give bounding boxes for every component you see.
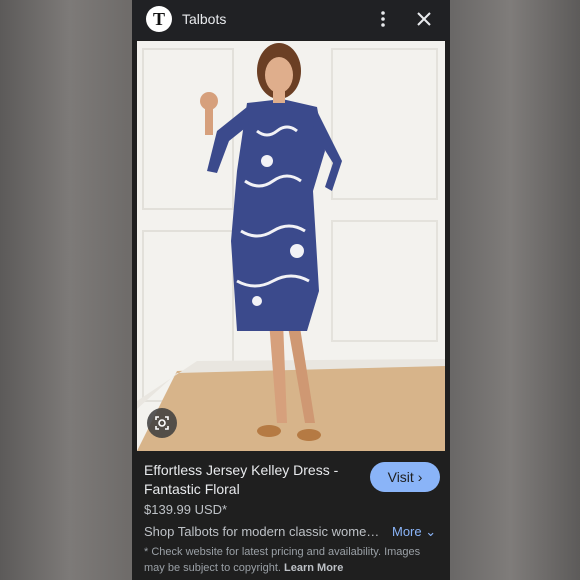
visit-button[interactable]: Visit › — [370, 462, 440, 492]
source-header: T Talbots — [132, 0, 450, 40]
lens-search-icon[interactable] — [147, 408, 177, 438]
description: Shop Talbots for modern classic wome… — [144, 524, 380, 539]
disclaimer: * Check website for latest pricing and a… — [144, 544, 442, 576]
more-vert-icon[interactable] — [376, 9, 390, 31]
price: $139.99 USD* — [144, 502, 228, 517]
talbots-logo: T — [146, 6, 172, 32]
chevron-down-icon: ⌄ — [425, 524, 437, 539]
learn-more-link[interactable]: Learn More — [284, 562, 343, 574]
more-label: More — [392, 524, 422, 539]
close-icon[interactable] — [413, 8, 435, 30]
product-title[interactable]: Effortless Jersey Kelley Dress - Fantast… — [144, 461, 364, 499]
title-line-2: Fantastic Floral — [144, 481, 240, 497]
title-line-1: Effortless Jersey Kelley Dress - — [144, 462, 339, 478]
product-image[interactable] — [137, 41, 445, 451]
more-button[interactable]: More ⌄ — [392, 524, 436, 540]
visit-label: Visit — [387, 469, 414, 485]
source-name[interactable]: Talbots — [182, 11, 226, 27]
chevron-right-icon: › — [417, 469, 423, 485]
disclaimer-text: * Check website for latest pricing and a… — [144, 546, 421, 574]
image-detail-panel: T Talbots Effortless Jersey Kelley Dress… — [132, 0, 450, 580]
product-photo — [137, 41, 445, 451]
